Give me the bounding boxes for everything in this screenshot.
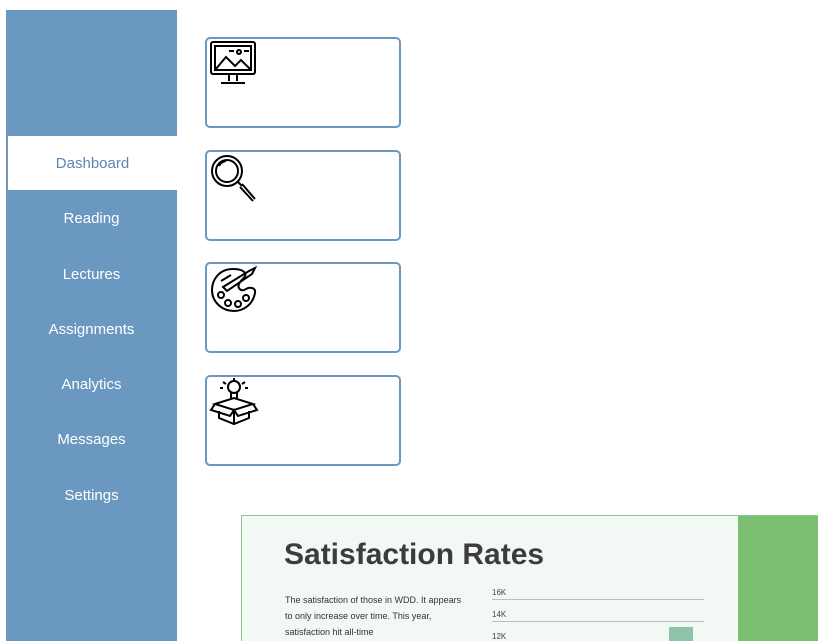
grid-line [492, 621, 704, 622]
sidebar-item-dashboard[interactable]: Dashboard [8, 136, 177, 190]
sidebar-item-reading[interactable]: Reading [6, 191, 177, 245]
satisfaction-bar-chart: 16K 14K 12K [492, 584, 704, 641]
dashboard-card-media[interactable] [205, 37, 401, 128]
satisfaction-preview-slide[interactable]: Satisfaction Rates The satisfaction of t… [241, 515, 818, 641]
y-tick-label: 16K [492, 588, 507, 597]
idea-box-icon [209, 378, 259, 428]
preview-title: Satisfaction Rates [284, 538, 545, 571]
dashboard-card-art[interactable] [205, 262, 401, 353]
sidebar-item-analytics[interactable]: Analytics [6, 357, 177, 411]
sidebar-item-lectures[interactable]: Lectures [6, 247, 177, 301]
palette-icon [209, 265, 259, 315]
y-tick-label: 14K [492, 610, 507, 619]
dashboard-card-ideas[interactable] [205, 375, 401, 466]
grid-line [492, 599, 704, 600]
dashboard-card-search[interactable] [205, 150, 401, 241]
sidebar-item-assignments[interactable]: Assignments [6, 302, 177, 356]
y-tick-label: 12K [492, 632, 507, 641]
preview-paragraph: The satisfaction of those in WDD. It app… [285, 595, 462, 637]
monitor-image-icon [209, 40, 259, 90]
magnifier-icon [209, 153, 259, 203]
preview-accent-band [738, 516, 818, 641]
sidebar-item-messages[interactable]: Messages [6, 412, 177, 466]
chart-bar [669, 626, 693, 641]
sidebar-item-settings[interactable]: Settings [6, 468, 177, 522]
sidebar: Dashboard Reading Lectures Assignments A… [6, 10, 177, 641]
